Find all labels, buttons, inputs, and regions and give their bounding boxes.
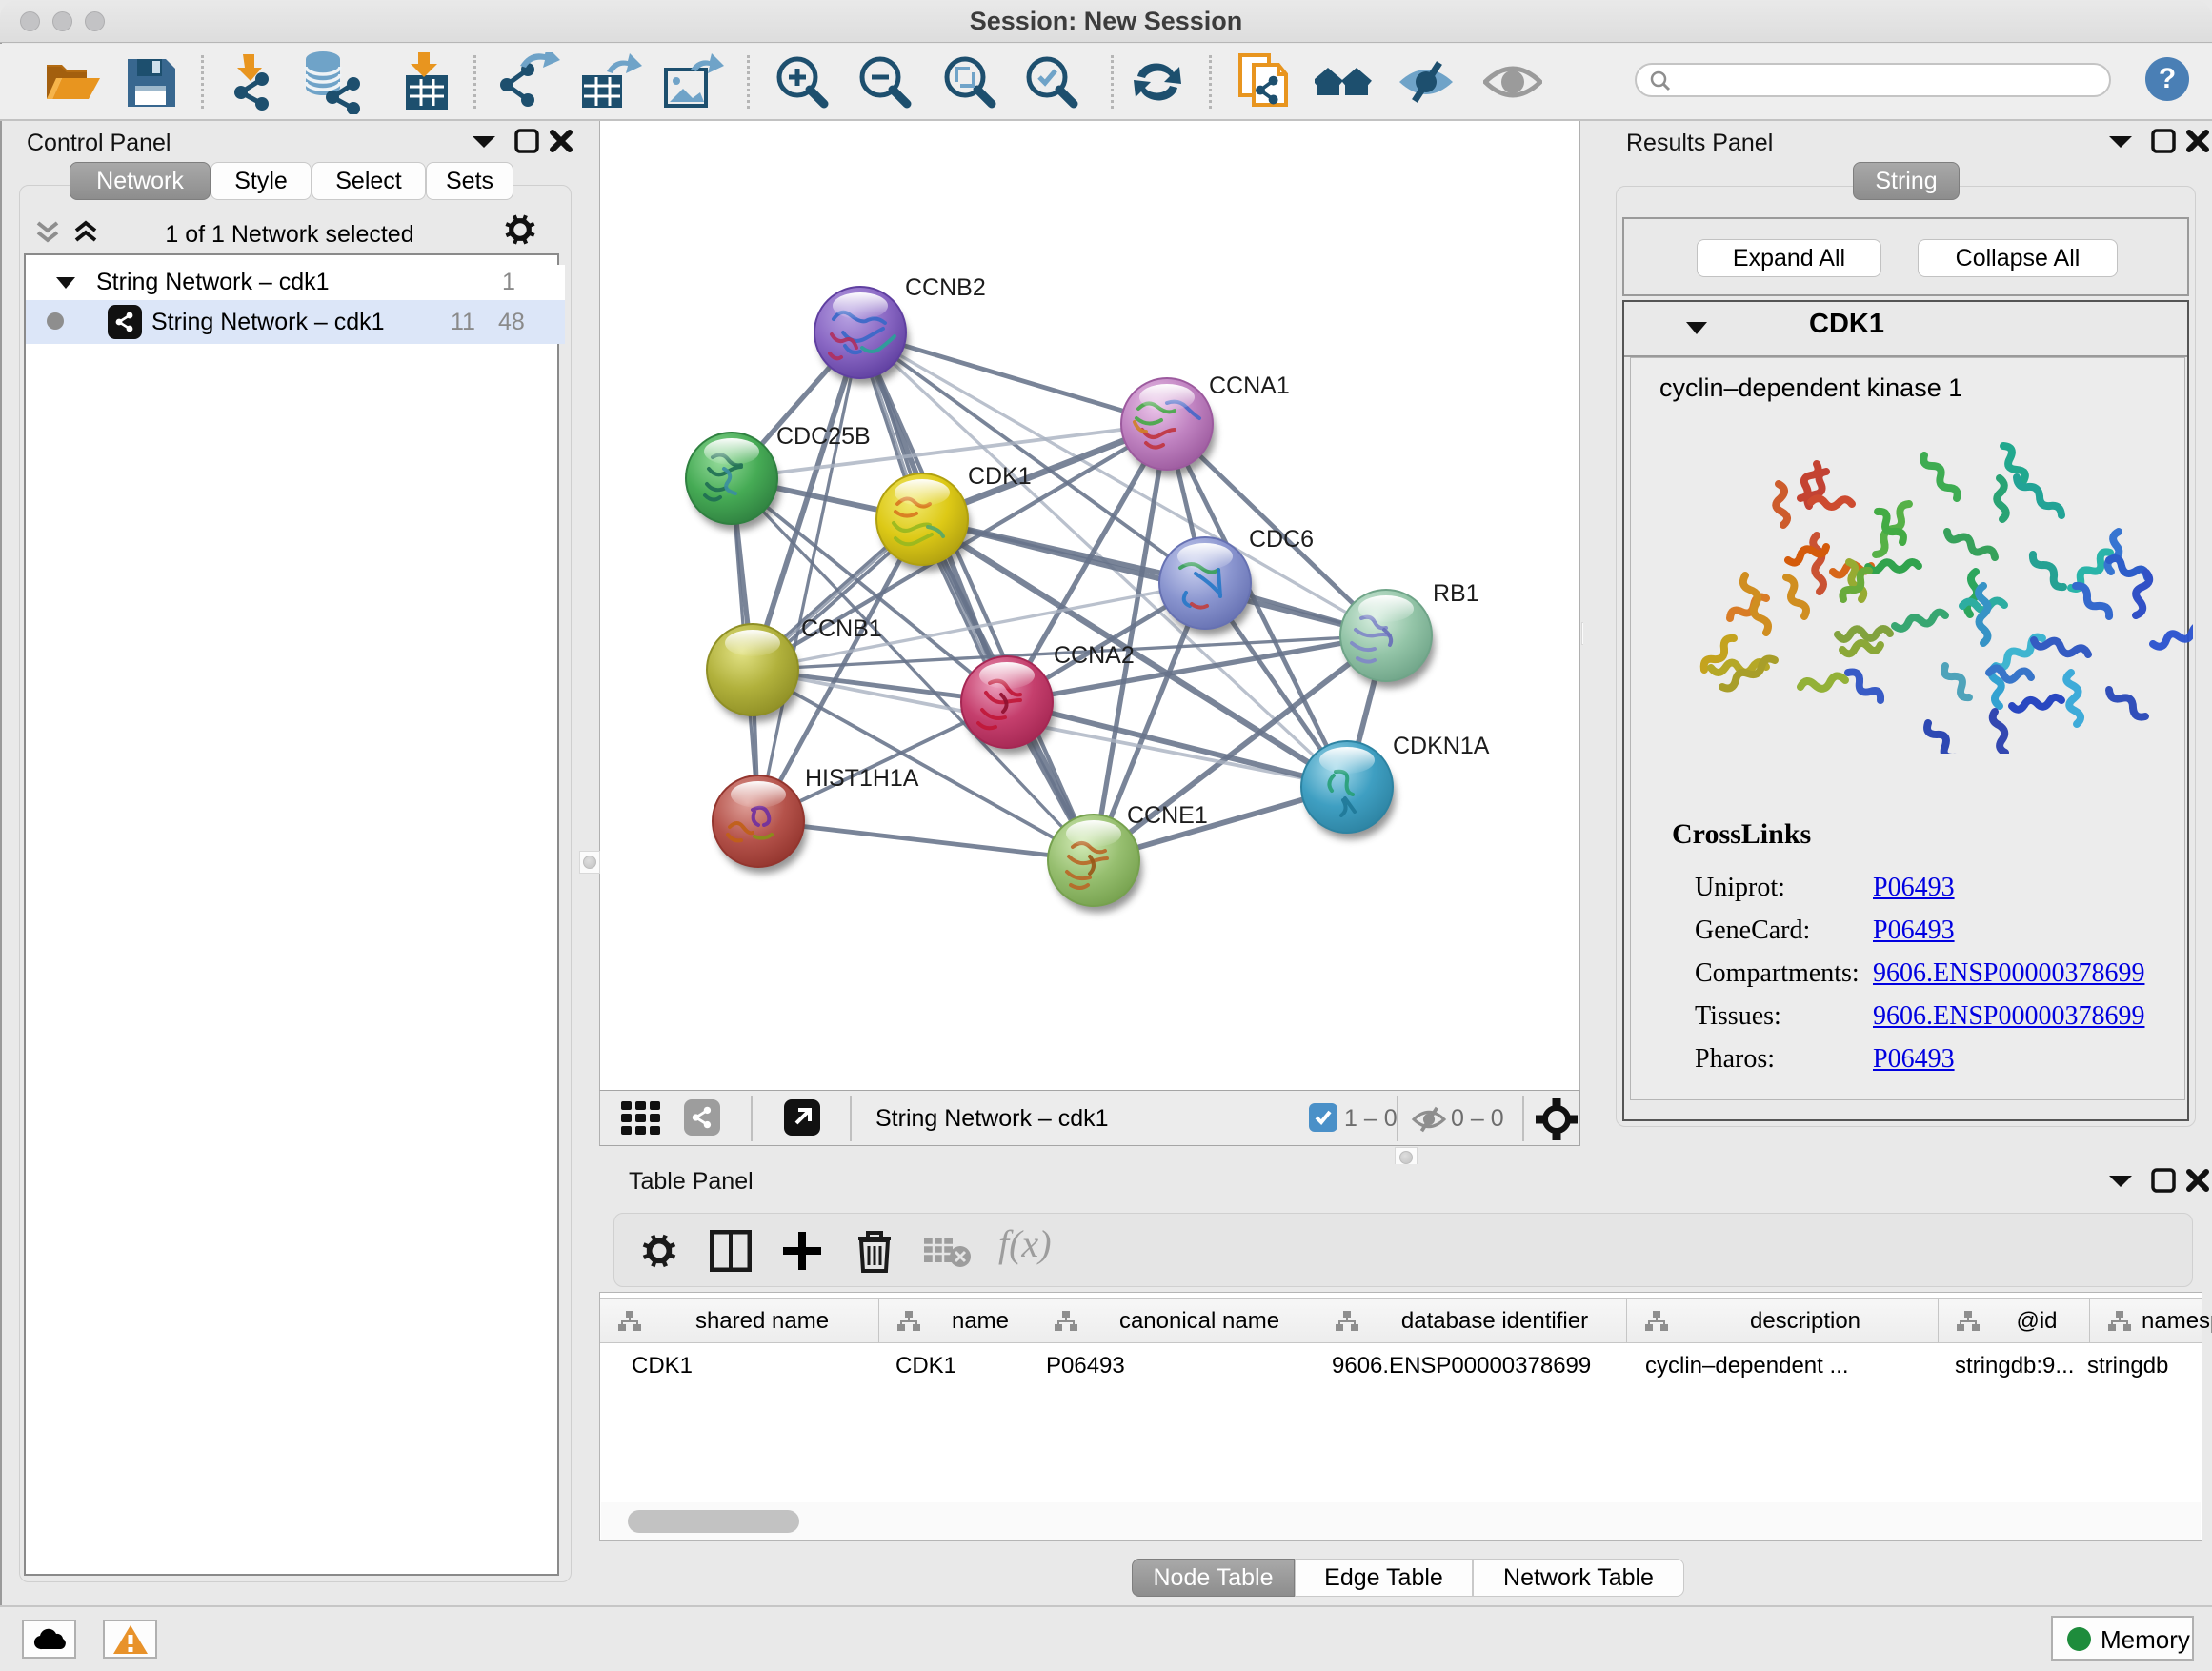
svg-text:HIST1H1A: HIST1H1A [805, 765, 919, 792]
svg-text:CDKN1A: CDKN1A [1393, 733, 1490, 759]
svg-text:CCNB2: CCNB2 [905, 274, 986, 301]
svg-text:CDC25B: CDC25B [776, 423, 871, 450]
svg-text:CCNB1: CCNB1 [801, 615, 882, 642]
svg-text:CDC6: CDC6 [1249, 526, 1314, 553]
svg-text:CCNA2: CCNA2 [1054, 642, 1135, 669]
svg-text:CDK1: CDK1 [968, 463, 1032, 490]
svg-text:RB1: RB1 [1433, 580, 1479, 607]
svg-text:CCNE1: CCNE1 [1127, 802, 1208, 829]
svg-text:CCNA1: CCNA1 [1209, 372, 1290, 399]
